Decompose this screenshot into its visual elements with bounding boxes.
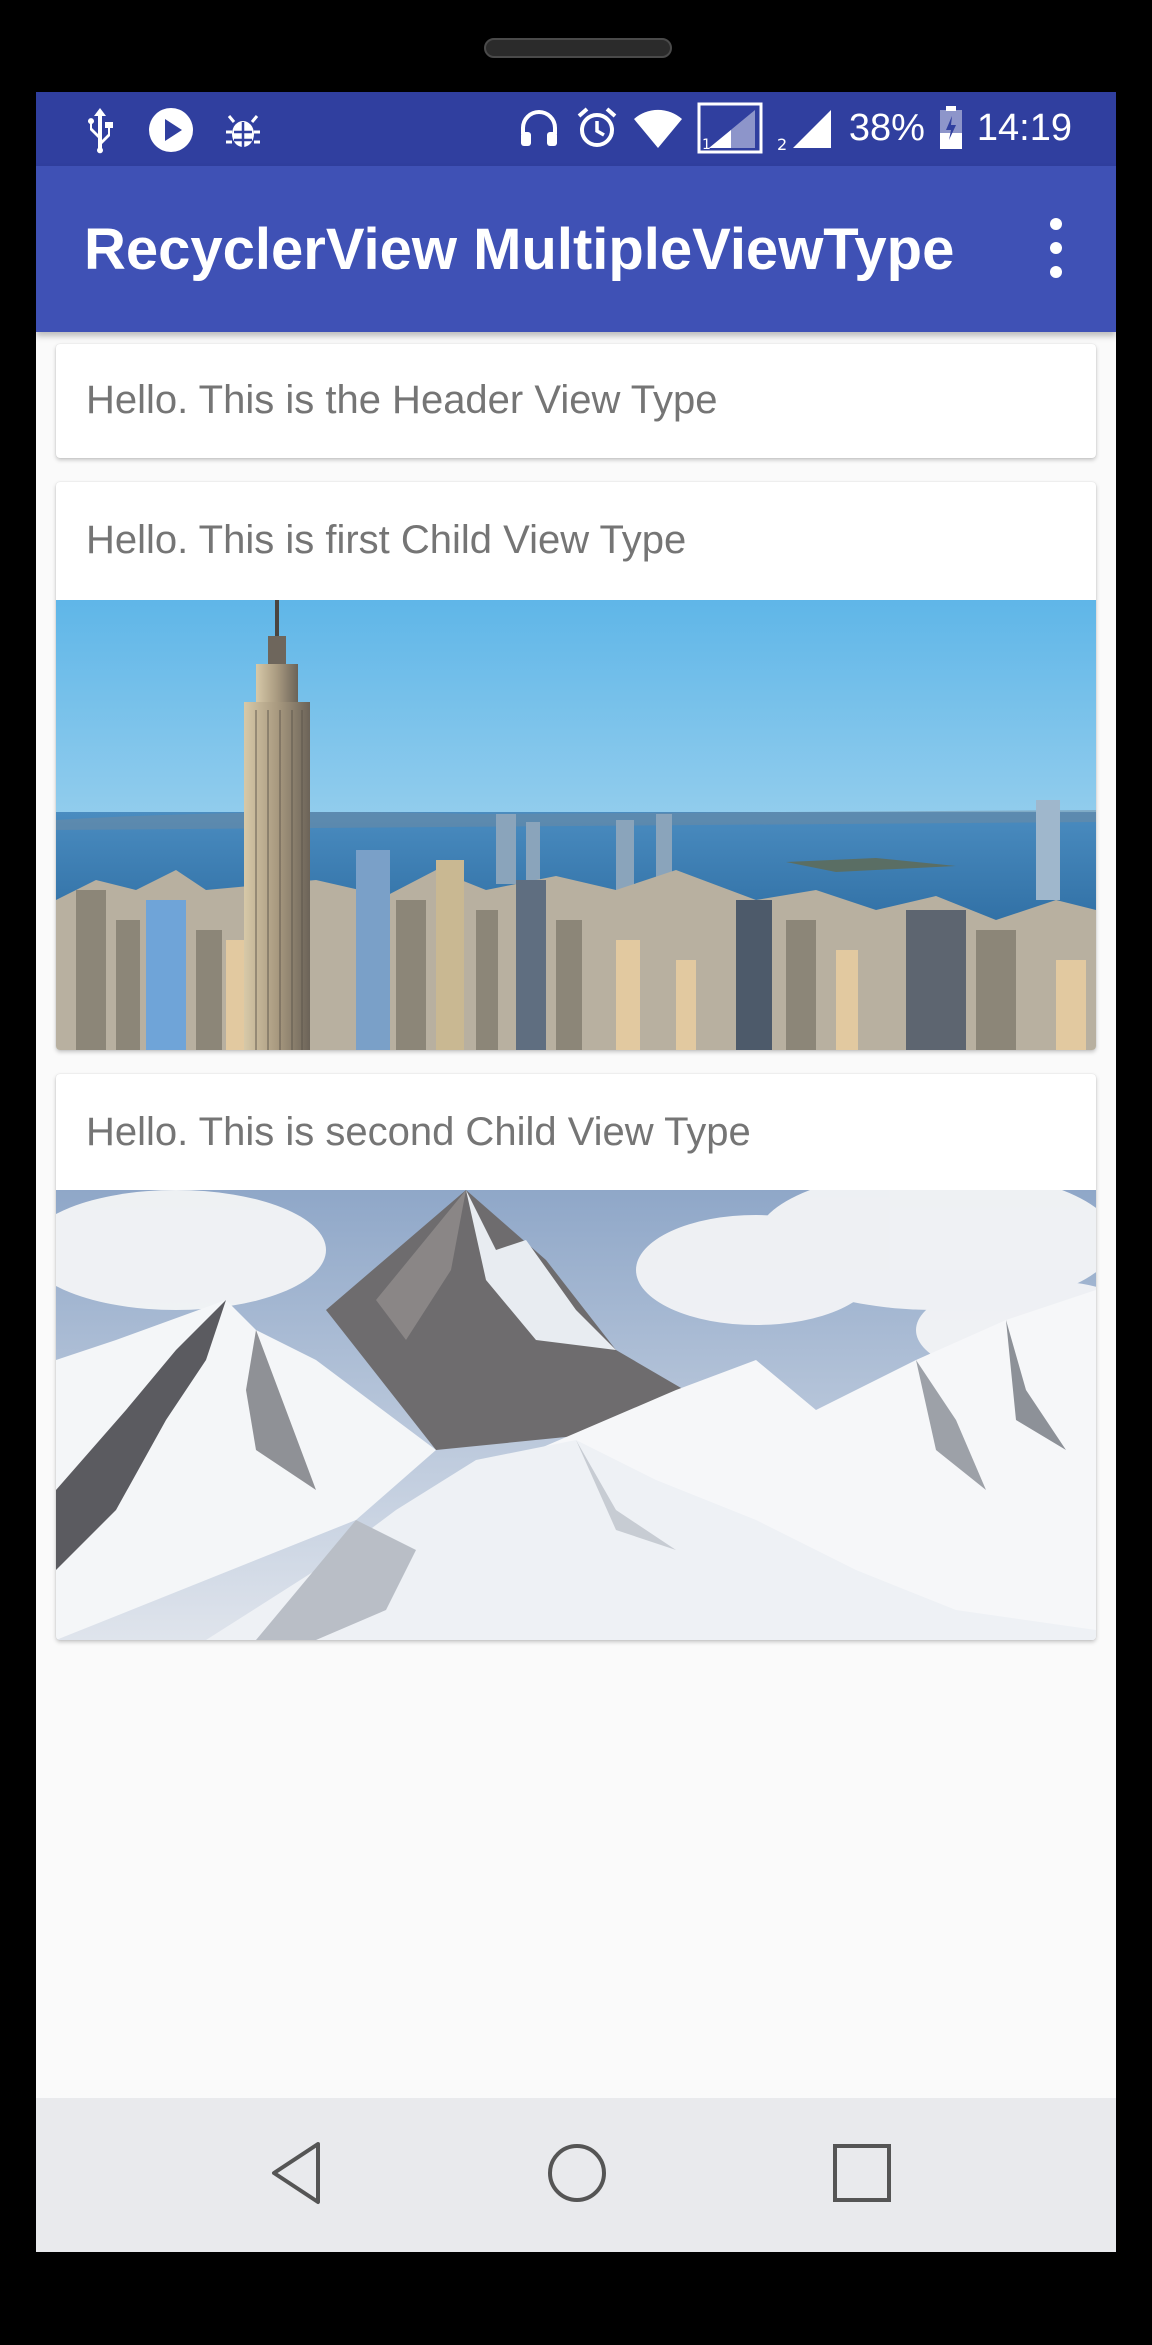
status-bar-left-icons: [82, 106, 262, 154]
child-card-second[interactable]: Hello. This is second Child View Type: [56, 1074, 1096, 1640]
snowy-mountains-image: [56, 1190, 1096, 1640]
back-icon[interactable]: [266, 2138, 326, 2208]
status-bar-right-icons: 1 2 38% 14:19: [517, 102, 1072, 154]
toolbar-title: RecyclerView MultipleViewType: [84, 217, 955, 282]
phone-frame: 1 2 38% 14:19 RecyclerView MultipleViewT…: [0, 0, 1152, 2345]
header-card[interactable]: Hello. This is the Header View Type: [56, 344, 1096, 458]
navigation-bar: [36, 2098, 1116, 2252]
battery-icon: [939, 106, 962, 149]
svg-text:2: 2: [777, 135, 787, 152]
wifi-icon: [633, 109, 682, 148]
debug-bug-icon: [226, 115, 260, 147]
usb-icon: [88, 108, 113, 154]
play-icon: [149, 108, 193, 152]
child1-text: Hello. This is first Child View Type: [86, 518, 687, 562]
status-bar: 1 2 38% 14:19: [36, 92, 1116, 166]
alarm-icon: [577, 107, 617, 147]
earpiece-speaker: [484, 38, 672, 58]
app-toolbar: RecyclerView MultipleViewType: [36, 166, 1116, 332]
child2-text: Hello. This is second Child View Type: [86, 1110, 751, 1154]
sim2-signal-icon: 2: [777, 110, 831, 152]
sim1-signal-icon: 1: [697, 102, 763, 154]
city-skyline-image: [56, 600, 1096, 1050]
more-vert-icon[interactable]: [1036, 218, 1076, 278]
recents-icon[interactable]: [830, 2138, 894, 2208]
svg-text:1: 1: [702, 137, 711, 153]
headphones-icon: [520, 110, 557, 146]
child-card-first[interactable]: Hello. This is first Child View Type: [56, 482, 1096, 1050]
status-time: 14:19: [976, 106, 1072, 149]
header-text: Hello. This is the Header View Type: [86, 378, 718, 422]
screen: 1 2 38% 14:19 RecyclerView MultipleViewT…: [36, 92, 1116, 2252]
battery-percent: 38%: [848, 106, 925, 149]
home-icon[interactable]: [546, 2138, 608, 2208]
